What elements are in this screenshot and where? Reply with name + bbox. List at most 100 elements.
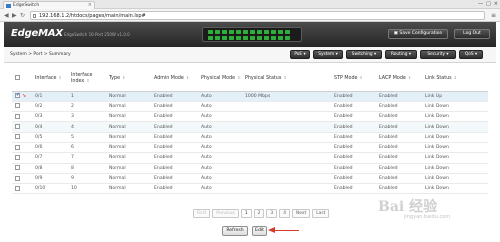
port-led <box>215 30 220 34</box>
table-cell: Link Down <box>422 132 488 143</box>
table-cell: 0/7 <box>32 152 68 164</box>
last-page-button[interactable]: Last <box>312 209 330 218</box>
col-stp-mode[interactable]: STP Mode ⇕ <box>331 66 376 92</box>
table-cell: 0/2 <box>32 101 68 113</box>
page-3-button[interactable]: 3 <box>266 209 278 218</box>
col-type[interactable]: Type ⇕ <box>106 66 151 92</box>
table-cell: Auto <box>198 132 242 143</box>
watermark-url: jingyan.baidu.com <box>404 214 451 220</box>
col-admin-mode[interactable]: Admin Mode ⇕ <box>151 66 198 92</box>
table-cell: 0/8 <box>32 163 68 174</box>
first-page-button[interactable]: First <box>193 209 211 218</box>
menu-routing[interactable]: Routing ▾ <box>385 50 417 59</box>
sort-icon: ⇕ <box>453 75 457 81</box>
row-checkbox[interactable] <box>15 124 20 130</box>
col-interface-index[interactable]: Interface Index ⇕ <box>68 66 106 92</box>
page-4-button[interactable]: 4 <box>279 209 290 218</box>
table-row[interactable]: 0/9 9 Normal Enabled Auto Enabled Enabled Link … <box>12 173 488 185</box>
table-cell: Link Down <box>422 183 488 195</box>
row-checkbox[interactable] <box>15 113 20 119</box>
table-cell: 5 <box>68 132 106 143</box>
table-row[interactable]: 0/5 5 Normal Enabled Auto Enabled Enabled Link … <box>12 132 488 143</box>
page-2-button[interactable]: 2 <box>253 209 265 218</box>
table-row[interactable]: 0/6 6 Normal Enabled Auto Enabled Enabled Link … <box>12 142 488 154</box>
table-cell: Enabled <box>331 183 376 195</box>
edit-button[interactable]: Edit <box>252 226 267 236</box>
table-cell: Enabled <box>376 152 422 164</box>
port-led <box>264 30 269 34</box>
table-row[interactable]: 0/10 10 Normal Enabled Auto Enabled Enabled Lin… <box>12 183 488 195</box>
table-cell: Auto <box>198 163 242 174</box>
port-led <box>222 30 227 34</box>
previous-page-button[interactable]: Previous <box>212 209 239 218</box>
row-select-cell <box>12 132 32 143</box>
row-select-cell <box>12 152 32 164</box>
table-cell: Enabled <box>151 152 198 164</box>
table-cell: Enabled <box>376 132 422 143</box>
page-1-button[interactable]: 1 <box>240 209 252 218</box>
row-checkbox[interactable] <box>15 175 20 181</box>
table-row[interactable]: 0/4 4 Normal Enabled Auto Enabled Enabled Link … <box>12 121 488 133</box>
table-cell: Auto <box>198 142 242 154</box>
row-checkbox[interactable] <box>15 165 20 171</box>
save-configuration-button[interactable]: ▣ Save Configuration <box>388 29 448 39</box>
table-cell: Link Down <box>422 101 488 113</box>
logout-button[interactable]: Log Out <box>454 29 490 39</box>
refresh-button[interactable]: Refresh <box>222 226 248 236</box>
select-all-checkbox[interactable] <box>15 75 20 81</box>
row-select-cell <box>12 163 32 174</box>
row-checkbox[interactable] <box>15 103 20 109</box>
col-physical-status[interactable]: Physical Status ⇕ <box>242 66 331 92</box>
minimize-icon[interactable]: — <box>478 1 483 7</box>
port-led <box>243 30 248 34</box>
table-cell: Normal <box>106 111 151 123</box>
col-link-status[interactable]: Link Status ⇕ <box>422 66 488 92</box>
table-row[interactable]: ➘0/11NormalEnabledAuto1000 MbpsEnabledEn… <box>12 91 488 102</box>
row-checkbox[interactable] <box>15 154 20 160</box>
port-led <box>250 36 255 40</box>
reload-icon[interactable]: ↻ <box>20 12 25 19</box>
table-row[interactable]: 0/2 2 Normal Enabled Auto Enabled Enabled Link … <box>12 101 488 113</box>
menu-system[interactable]: System ▾ <box>313 50 343 59</box>
annotation-arrow-line <box>275 230 299 231</box>
table-row[interactable]: 0/8 8 Normal Enabled Auto Enabled Enabled Link … <box>12 163 488 174</box>
maximize-icon[interactable]: □ <box>486 1 491 7</box>
forward-icon[interactable]: ▶ <box>12 12 17 19</box>
port-led <box>257 36 262 40</box>
menu-security[interactable]: Security ▾ <box>420 50 456 59</box>
port-row-bottom <box>208 36 290 40</box>
table-cell: 10 <box>68 183 106 195</box>
browser-menu-icon[interactable]: ≡ <box>491 12 496 19</box>
table-row[interactable]: 0/3 3 Normal Enabled Auto Enabled Enabled Link … <box>12 111 488 123</box>
menu-poe[interactable]: PoE ▾ <box>290 50 310 59</box>
row-checkbox[interactable] <box>15 185 20 191</box>
row-checkbox[interactable] <box>15 144 20 150</box>
tab-close-icon[interactable]: × <box>88 2 92 9</box>
col-physical-mode[interactable]: Physical Mode ⇕ <box>198 66 242 92</box>
next-page-button[interactable]: Next <box>292 209 311 218</box>
port-led <box>278 30 283 34</box>
row-checkbox[interactable] <box>15 92 20 99</box>
table-cell: Link Down <box>422 152 488 164</box>
back-icon[interactable]: ◀ <box>4 12 9 19</box>
table-cell: 1000 Mbps <box>242 91 331 102</box>
col-interface[interactable]: Interface ⇕ <box>32 66 68 92</box>
table-cell: 3 <box>68 111 106 123</box>
annotation-arrow-icon: ➘ <box>22 93 27 100</box>
row-checkbox[interactable] <box>15 134 20 140</box>
url-input[interactable]: 192.168.1.2/htdocs/pages/main/main.lsp# <box>30 11 485 20</box>
sort-icon: ⇕ <box>359 75 363 81</box>
table-cell: Enabled <box>376 91 422 102</box>
window-close-icon[interactable]: × <box>494 1 498 7</box>
window-controls: — □ × <box>478 1 498 7</box>
table-cell <box>242 111 331 123</box>
table-row[interactable]: 0/7 7 Normal Enabled Auto Enabled Enabled Link … <box>12 152 488 164</box>
menu-switching[interactable]: Switching ▾ <box>346 50 382 59</box>
col-lacp-mode[interactable]: LACP Mode ⇕ <box>376 66 422 92</box>
port-led <box>236 30 241 34</box>
device-subtitle: EdgeSwitch 16-Port 250W v1.0.0 <box>64 32 130 37</box>
table-cell: Normal <box>106 91 151 102</box>
menu-qos[interactable]: QoS ▾ <box>459 50 483 59</box>
table-cell: Normal <box>106 121 151 133</box>
browser-tab[interactable]: EdgeSwitch × <box>3 1 95 9</box>
